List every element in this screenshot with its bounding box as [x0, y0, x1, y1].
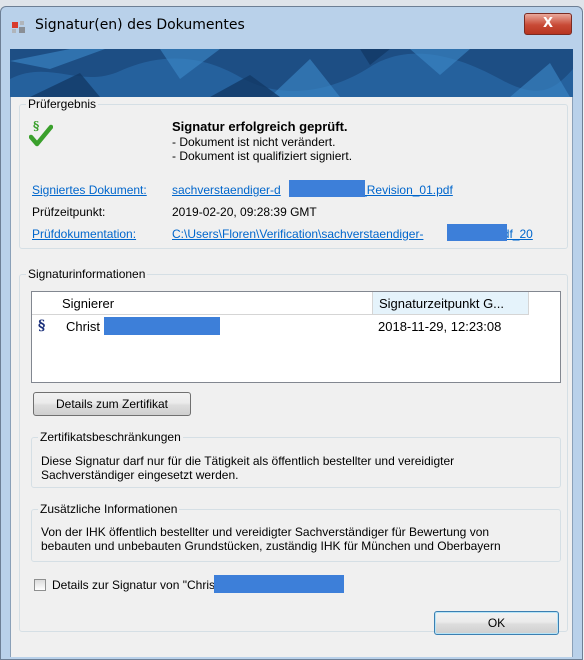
signed-document-link-end[interactable]: t_Revision_01.pdf — [357, 183, 453, 197]
close-button[interactable]: X — [524, 13, 572, 35]
status-line-unchanged: - Dokument ist nicht verändert. — [172, 135, 336, 149]
pruefzeitpunkt-label: Prüfzeitpunkt: — [32, 205, 106, 219]
verified-check-icon: § — [29, 119, 53, 147]
seal-icon: § — [38, 318, 46, 334]
details-signatur-label[interactable]: Details zur Signatur von "Chris — [52, 578, 215, 592]
signaturinformationen-legend: Signaturinformationen — [28, 267, 146, 281]
column-header-signierer[interactable]: Signierer — [32, 292, 372, 315]
zusaetzliche-informationen-legend: Zusätzliche Informationen — [40, 502, 178, 516]
redaction-documentation-path — [447, 224, 507, 241]
pruefzeitpunkt-value: 2019-02-20, 09:28:39 GMT — [172, 205, 317, 219]
pruefergebnis-legend: Prüfergebnis — [28, 97, 97, 111]
zusaetzliche-informationen-text-1: Von der IHK öffentlich bestellter und ve… — [41, 525, 490, 539]
signed-document-link-start[interactable]: sachverstaendiger-d — [172, 183, 281, 197]
redaction-document-name — [289, 180, 365, 197]
zertifikatsbeschraenkungen-text-1: Diese Signatur darf nur für die Tätigkei… — [41, 454, 455, 468]
signature-dialog: Signatur(en) des Dokumentes X Prüfergebn… — [0, 6, 583, 660]
app-icon — [12, 21, 25, 33]
status-line-qualified: - Dokument ist qualifiziert signiert. — [172, 149, 353, 163]
column-header-signierer-label: Signierer — [62, 296, 115, 311]
zertifikatsbeschraenkungen-text-2: Sachverständiger eingesetzt werden. — [41, 468, 239, 482]
zertifikatsbeschraenkungen-legend: Zertifikatsbeschränkungen — [40, 430, 181, 444]
pruefdokumentation-label: Prüfdokumentation: — [32, 227, 137, 241]
svg-text:§: § — [33, 119, 39, 133]
column-header-signaturzeitpunkt[interactable]: Signaturzeitpunkt G... — [372, 292, 529, 315]
signature-list[interactable]: Signierer Signaturzeitpunkt G... § Chris… — [31, 291, 561, 383]
details-signatur-checkbox[interactable] — [34, 579, 46, 591]
redaction-signer-detail — [214, 575, 344, 593]
title-bar[interactable]: Signatur(en) des Dokumentes X — [1, 7, 582, 47]
pruefdokumentation-link-start[interactable]: C:\Users\Floren\Verification\sachverstae… — [172, 227, 423, 241]
redaction-signer-name — [104, 317, 220, 335]
status-heading: Signatur erfolgreich geprüft. — [172, 119, 348, 134]
header-banner — [10, 49, 573, 97]
signer-name: Christ — [66, 319, 100, 334]
zusaetzliche-informationen-text-2: bebauten und unbebauten Grundstücken, zu… — [41, 539, 501, 553]
details-zertifikat-button[interactable]: Details zum Zertifikat — [33, 392, 191, 416]
signature-time: 2018-11-29, 12:23:08 — [378, 319, 502, 334]
banner-pattern — [10, 49, 573, 97]
window-title: Signatur(en) des Dokumentes — [35, 17, 245, 33]
signed-document-label: Signiertes Dokument: — [32, 183, 147, 197]
dialog-content: Prüfergebnis § Signatur erfolgreich gepr… — [10, 97, 573, 657]
column-header-signaturzeitpunkt-label: Signaturzeitpunkt G... — [379, 296, 505, 311]
ok-button[interactable]: OK — [434, 611, 559, 635]
